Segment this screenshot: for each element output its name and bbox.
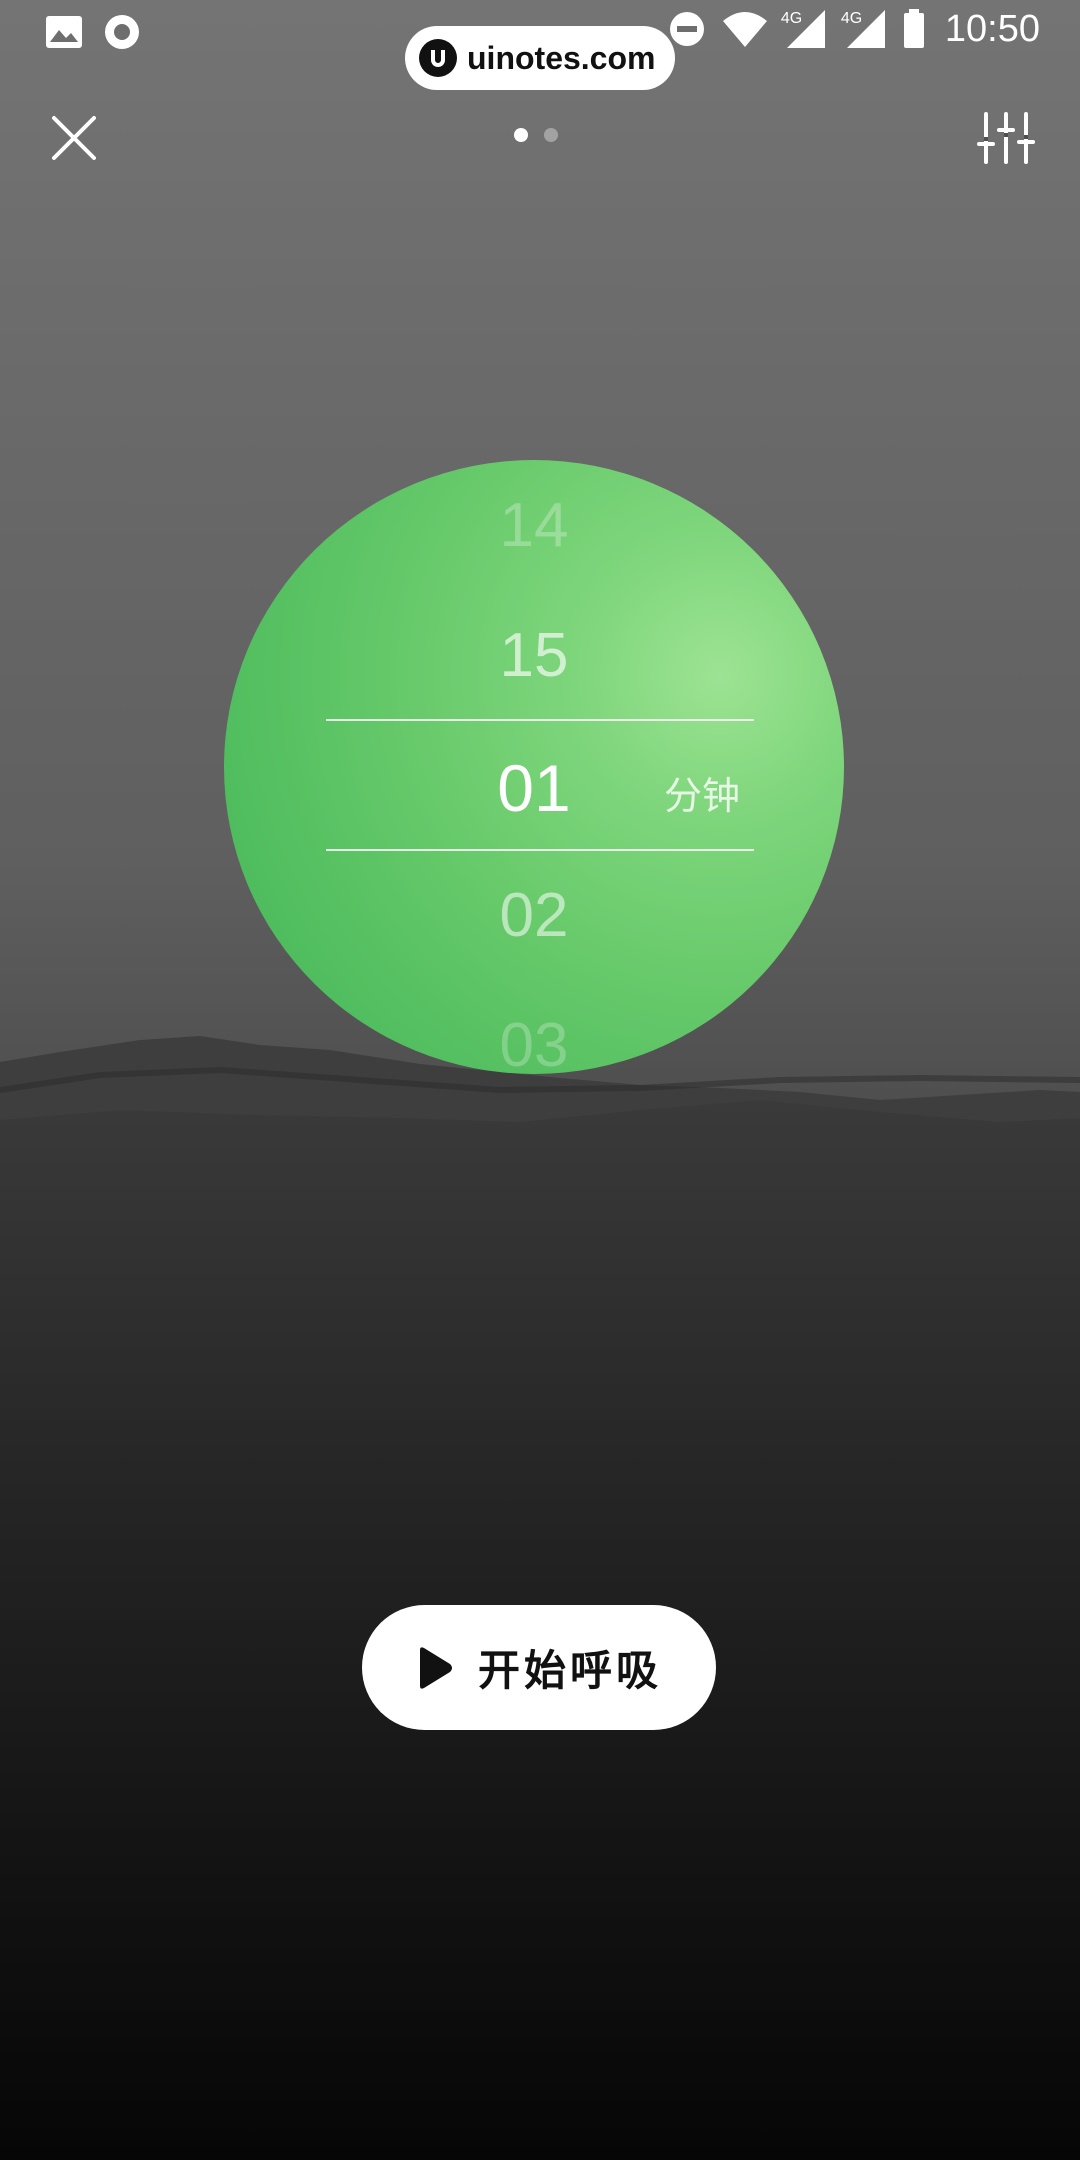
selection-line-bottom [326,849,754,851]
picker-selected-value[interactable]: 01 [224,750,844,826]
picker-unit-label: 分钟 [664,774,741,818]
duration-picker[interactable]: 14 15 01 分钟 02 03 [224,460,844,1074]
play-icon [419,1646,452,1689]
picker-option[interactable]: 03 [224,1010,844,1074]
network-type-label: 4G [840,10,863,27]
settings-button[interactable] [976,108,1036,168]
status-time: 10:50 [944,7,1040,50]
close-button[interactable] [44,108,104,168]
page-indicator [514,128,558,142]
start-breathing-button[interactable]: 开始呼吸 [362,1605,716,1730]
network-type-label: 4G [780,10,803,27]
watermark-text: uinotes.com [467,39,656,76]
record-icon [105,15,139,49]
sliders-icon [977,112,1035,164]
page-dot[interactable] [544,128,558,142]
wifi-icon [722,12,767,47]
signal-4g-2: 4G [840,6,889,52]
picker-option[interactable]: 02 [224,880,844,951]
dnd-icon [669,12,704,46]
status-bar: uinotes.com 4G 4G 10:50 [0,0,1080,90]
landscape-background [0,1036,1080,2160]
breathing-timer-screen: uinotes.com 4G 4G 10:50 14 15 01 分钟 02 0… [0,0,1080,2160]
selection-line-top [326,719,754,721]
image-icon [46,16,82,48]
start-button-label: 开始呼吸 [477,1646,662,1695]
battery-icon [903,9,924,48]
close-icon [52,116,96,160]
page-dot-active[interactable] [514,128,528,142]
watermark-badge: uinotes.com [405,26,675,90]
picker-option[interactable]: 15 [224,620,844,691]
picker-option[interactable]: 14 [224,490,844,561]
status-bar-right: 4G 4G 10:50 [667,6,1040,52]
status-bar-left [44,12,142,52]
signal-4g-1: 4G [780,6,829,52]
watermark-logo-icon [419,39,457,77]
